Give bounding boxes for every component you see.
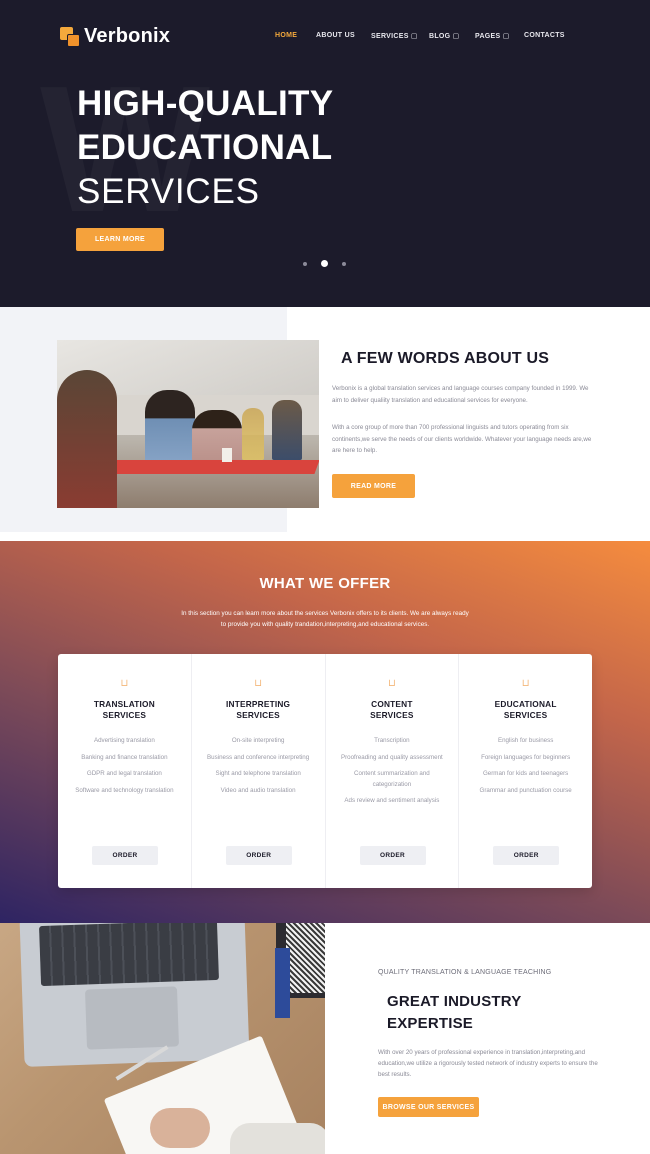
list-item: Advertising translation (93, 737, 155, 744)
nav-pages[interactable]: PAGES ▢ (475, 32, 510, 40)
nav-contacts[interactable]: CONTACTS (524, 32, 565, 39)
hero-title: HIGH-QUALITY EDUCATIONAL SERVICES (77, 82, 333, 214)
list-item: Video and audio translation (220, 786, 296, 794)
list-item: English for business (497, 737, 554, 744)
expertise-subtitle: QUALITY TRANSLATION & LANGUAGE TEACHING (378, 969, 552, 976)
service-card-educational: ⊔ EDUCATIONAL SERVICES English for busine… (459, 654, 592, 888)
content-service-icon: ⊔ (387, 678, 396, 689)
educational-service-icon: ⊔ (521, 678, 530, 689)
order-button[interactable]: ORDER (225, 846, 292, 865)
list-item: Ads review and sentiment analysis (344, 797, 440, 804)
list-item: GDPR and legal translation (86, 770, 162, 777)
about-paragraph-1: Verbonix is a global translation service… (332, 385, 589, 404)
expertise-photo (0, 923, 325, 1154)
card-service-list: On-site interpreting Business and confer… (206, 736, 311, 802)
read-more-button[interactable]: READ MORE (332, 474, 415, 498)
learn-more-button[interactable]: LEARN MORE (76, 228, 164, 251)
list-item: Software and technology translation (75, 786, 174, 794)
card-title: TRANSLATION SERVICES (93, 699, 155, 720)
nav-blog[interactable]: BLOG ▢ (429, 32, 460, 40)
expertise-text: With over 20 years of professional exper… (378, 1049, 598, 1078)
nav-about-us[interactable]: ABOUT US (316, 32, 355, 39)
slider-dots (303, 260, 360, 267)
browse-services-button[interactable]: BROWSE OUR SERVICES (378, 1097, 479, 1117)
card-service-list: Advertising translation Banking and fina… (72, 736, 177, 802)
service-card-interpreting: ⊔ INTERPRETING SERVICES On-site interpret… (192, 654, 326, 888)
about-title: A FEW WORDS ABOUT US (341, 350, 550, 367)
nav-services[interactable]: SERVICES ▢ (371, 32, 418, 40)
list-item: Business and conference interpreting (207, 753, 310, 761)
list-item: Transcription (374, 737, 410, 744)
hero-title-line1: HIGH-QUALITY (77, 84, 334, 123)
service-card-content: ⊔ CONTENT SERVICES Transcription Proofrea… (326, 654, 460, 888)
offer-intro-line1: In this section you can learn more about… (181, 610, 469, 617)
main-nav: HOME ABOUT US SERVICES ▢ BLOG ▢ PAGES ▢ … (0, 32, 650, 42)
about-paragraph-2: With a core group of more than 700 profe… (332, 424, 592, 454)
card-title: INTERPRETING SERVICES (226, 699, 291, 720)
card-title: CONTENT SERVICES (370, 699, 414, 720)
interpreting-service-icon: ⊔ (254, 678, 263, 689)
slider-dot-3[interactable] (342, 261, 346, 266)
list-item: Foreign languages for beginners (481, 753, 571, 761)
offer-title: WHAT WE OFFER (259, 575, 391, 592)
hero-section: W Verbonix HOME ABOUT US SERVICES ▢ BLOG… (0, 0, 650, 307)
card-title: EDUCATIONAL SERVICES (494, 699, 557, 720)
list-item: Grammar and punctuation course (479, 786, 572, 794)
order-button[interactable]: ORDER (92, 846, 158, 865)
translation-service-icon: ⊔ (120, 678, 129, 689)
hero-title-line3: SERVICES (77, 172, 260, 211)
slider-dot-2[interactable] (321, 260, 328, 267)
service-cards: ⊔ TRANSLATION SERVICES Advertising transl… (58, 654, 592, 888)
order-button[interactable]: ORDER (493, 846, 560, 865)
offer-intro-line2: to provide you with quality trandation,i… (220, 621, 430, 628)
card-service-list: Transcription Proofreading and quality a… (340, 736, 445, 813)
card-service-list: English for business Foreign languages f… (473, 736, 578, 802)
slider-dot-1[interactable] (303, 261, 307, 266)
list-item: Proofreading and quality assessment (340, 753, 443, 761)
expertise-title: GREAT INDUSTRY EXPERTISE (387, 993, 522, 1032)
hero-title-line2: EDUCATIONAL (77, 128, 333, 167)
service-card-translation: ⊔ TRANSLATION SERVICES Advertising transl… (58, 654, 192, 888)
list-item: Sight and telephone translation (215, 770, 301, 777)
order-button[interactable]: ORDER (359, 846, 426, 865)
list-item: Banking and finance translation (81, 753, 168, 761)
about-photo (57, 340, 319, 508)
list-item: German for kids and teenagers (482, 770, 569, 777)
nav-home[interactable]: HOME (275, 32, 297, 39)
list-item: Content summarization and categorization (354, 770, 430, 788)
list-item: On-site interpreting (231, 737, 285, 744)
